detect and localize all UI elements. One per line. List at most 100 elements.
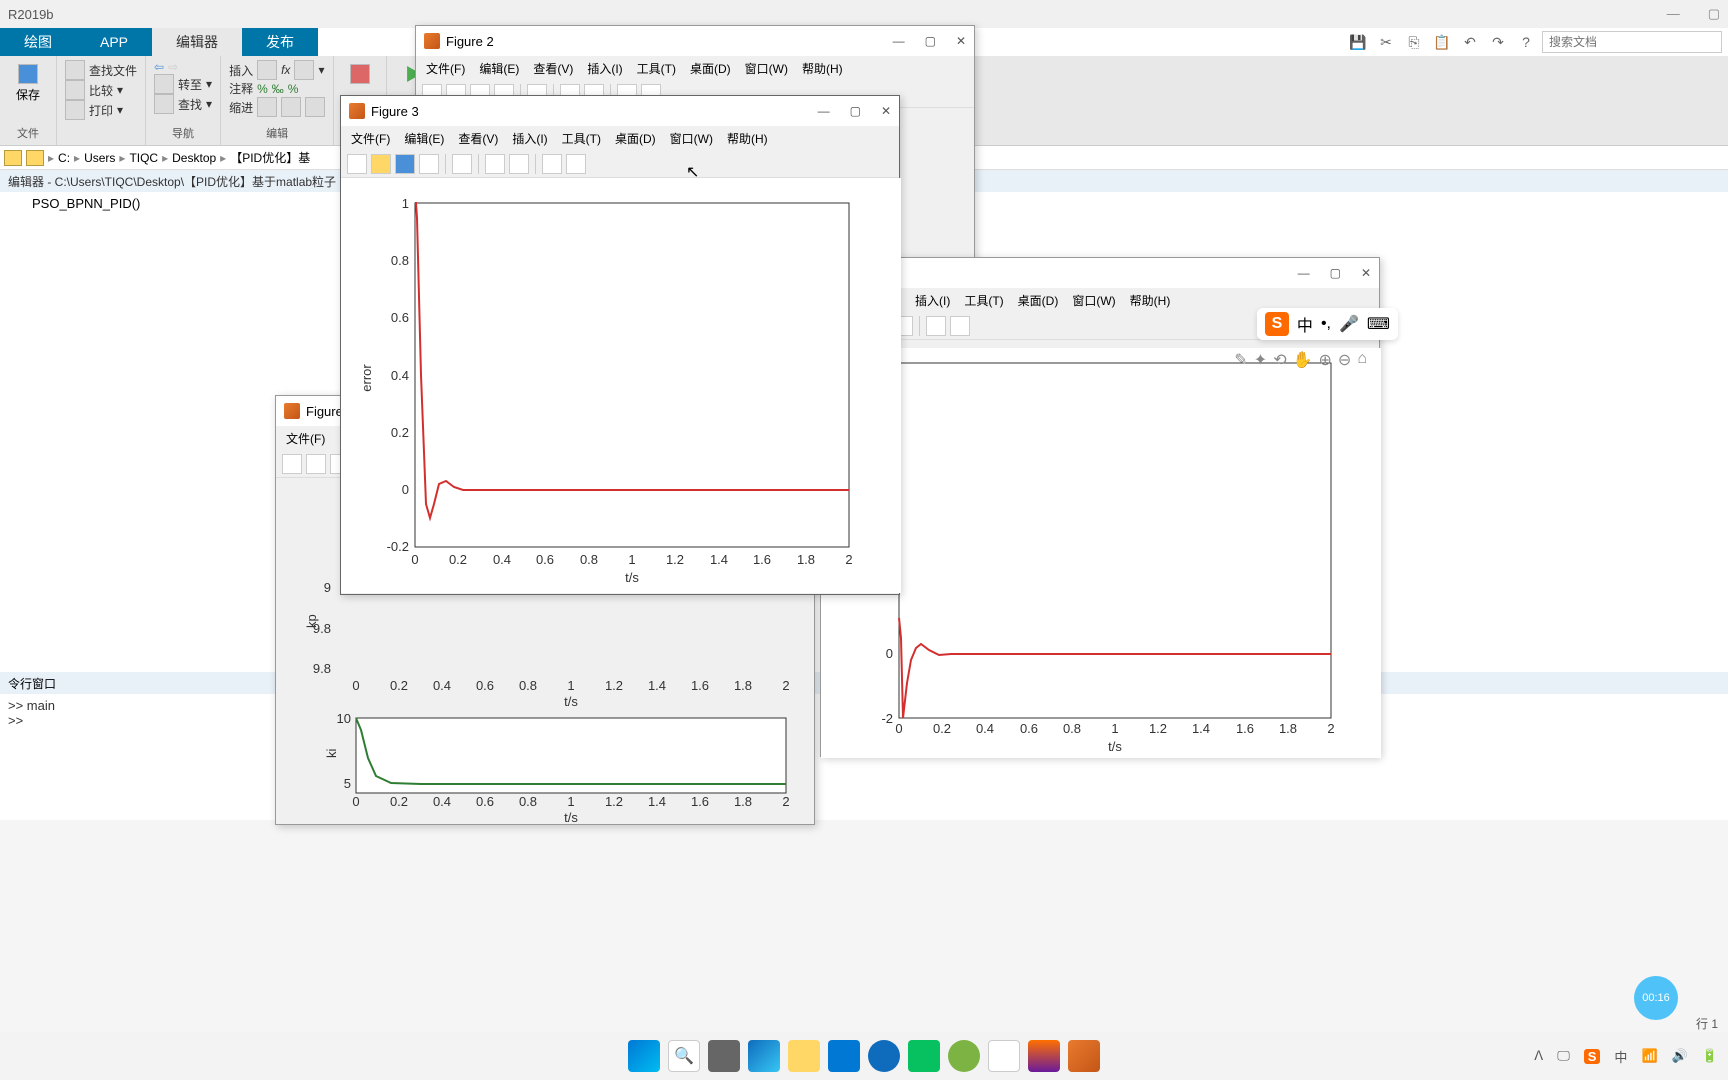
tab-app[interactable]: APP [76,28,152,56]
path-seg[interactable]: TIQC [129,151,158,165]
copy-icon[interactable]: ⎘ [1402,30,1426,54]
menu-tools[interactable]: 工具(T) [964,292,1003,309]
cursor-icon[interactable] [926,316,946,336]
menu-window[interactable]: 窗口(W) [745,60,788,77]
indent-icon[interactable] [257,97,277,117]
rotate-icon[interactable]: ⟲ [1273,350,1286,370]
open-icon[interactable] [371,154,391,174]
edge-app-2[interactable] [868,1040,900,1072]
home-icon[interactable]: ⌂ [1357,350,1367,370]
menu-file[interactable]: 文件(F) [351,130,390,147]
search-button[interactable]: 🔍 [668,1040,700,1072]
menu-desktop[interactable]: 桌面(D) [615,130,656,147]
save-icon[interactable]: 💾 [1346,30,1370,54]
close-button[interactable]: ✕ [881,104,891,118]
minimize-button[interactable]: — [1667,6,1680,22]
browser-app[interactable] [948,1040,980,1072]
outdent-icon[interactable] [281,97,301,117]
menu-view[interactable]: 查看(V) [458,130,498,147]
tray-ime-icon[interactable]: 中 [1614,1047,1627,1066]
redo-icon[interactable]: ↷ [1486,30,1510,54]
new-icon[interactable] [282,454,302,474]
paste-icon[interactable]: 📋 [1430,30,1454,54]
menu-insert[interactable]: 插入(I) [915,292,950,309]
ime-keyboard-icon[interactable]: ⌨ [1367,314,1390,334]
figure3-window[interactable]: Figure 3 — ▢ ✕ 文件(F) 编辑(E) 查看(V) 插入(I) 工… [340,95,900,595]
ime-mic-icon[interactable]: 🎤 [1339,314,1359,334]
tab-editor[interactable]: 编辑器 [152,28,242,56]
menu-tools[interactable]: 工具(T) [637,60,676,77]
menu-help[interactable]: 帮助(H) [1130,292,1171,309]
explorer-app[interactable] [788,1040,820,1072]
colorbar-icon[interactable] [485,154,505,174]
print-icon[interactable] [419,154,439,174]
ime-punct-icon[interactable]: •, [1321,315,1331,333]
pan-icon[interactable]: ✋ [1293,350,1313,370]
app-1[interactable] [1028,1040,1060,1072]
maximize-button[interactable]: ▢ [1708,6,1720,22]
close-button[interactable]: ✕ [956,34,966,48]
menu-insert[interactable]: 插入(I) [587,60,622,77]
nav-back-button[interactable]: ⇦ ⇨ [154,60,212,74]
section-icon[interactable] [257,60,277,80]
mail-app[interactable] [828,1040,860,1072]
recording-timer[interactable]: 00:16 [1634,976,1678,1020]
matlab-app[interactable] [1068,1040,1100,1072]
save-button[interactable]: 保存 [8,60,48,107]
menu-view[interactable]: 查看(V) [533,60,573,77]
cursor-icon[interactable] [542,154,562,174]
help-icon[interactable]: ? [1514,30,1538,54]
minimize-button[interactable]: — [818,104,830,118]
datatip-icon[interactable]: ✦ [1254,350,1267,370]
tab-publish[interactable]: 发布 [242,28,318,56]
tab-plot[interactable]: 绘图 [0,28,76,56]
legend-icon[interactable] [509,154,529,174]
path-seg[interactable]: 【PID优化】基 [230,149,310,166]
path-seg[interactable]: Desktop [172,151,216,165]
menu-desktop[interactable]: 桌面(D) [690,60,731,77]
plot-tools-icon[interactable] [566,154,586,174]
ime-bar[interactable]: S 中 •, 🎤 ⌨ [1257,308,1398,340]
path-seg[interactable]: Users [84,151,115,165]
find-files-button[interactable]: 查找文件 [65,60,137,80]
goto-button[interactable]: 转至 ▾ [154,74,212,94]
find-button[interactable]: 查找 ▾ [154,94,212,114]
zoom-in-icon[interactable]: ⊕ [1319,350,1332,370]
menu-file[interactable]: 文件(F) [426,60,465,77]
open-icon[interactable] [306,454,326,474]
insert-icon[interactable] [294,60,314,80]
tray-battery-icon[interactable]: 🔋 [1702,1048,1718,1064]
compare-button[interactable]: 比较 ▾ [65,80,137,100]
start-button[interactable] [628,1040,660,1072]
maximize-button[interactable]: ▢ [1330,266,1341,280]
smart-indent-icon[interactable] [305,97,325,117]
menu-insert[interactable]: 插入(I) [512,130,547,147]
menu-help[interactable]: 帮助(H) [727,130,768,147]
minimize-button[interactable]: — [1298,266,1310,280]
menu-edit[interactable]: 编辑(E) [404,130,444,147]
snip-app[interactable] [988,1040,1020,1072]
brush-icon[interactable]: ✎ [1234,350,1247,370]
maximize-button[interactable]: ▢ [925,34,936,48]
search-input[interactable] [1542,31,1722,53]
cut-icon[interactable]: ✂ [1374,30,1398,54]
menu-edit[interactable]: 编辑(E) [479,60,519,77]
print-button[interactable]: 打印 ▾ [65,100,137,120]
link-icon[interactable] [452,154,472,174]
ime-lang[interactable]: 中 [1297,312,1313,336]
menu-file[interactable]: 文件(F) [286,430,325,447]
menu-help[interactable]: 帮助(H) [802,60,843,77]
minimize-button[interactable]: — [893,34,905,48]
path-seg[interactable]: C: [58,151,70,165]
tray-sogou-icon[interactable]: S [1584,1049,1601,1064]
new-icon[interactable] [347,154,367,174]
maximize-button[interactable]: ▢ [850,104,861,118]
menu-tools[interactable]: 工具(T) [562,130,601,147]
tray-volume-icon[interactable]: 🔊 [1672,1048,1688,1064]
tray-chevron-icon[interactable]: ᐱ [1534,1048,1543,1064]
wechat-app[interactable] [908,1040,940,1072]
edge-app[interactable] [748,1040,780,1072]
taskview-button[interactable] [708,1040,740,1072]
zoom-out-icon[interactable]: ⊖ [1338,350,1351,370]
tray-wifi-icon[interactable]: 📶 [1641,1048,1657,1064]
